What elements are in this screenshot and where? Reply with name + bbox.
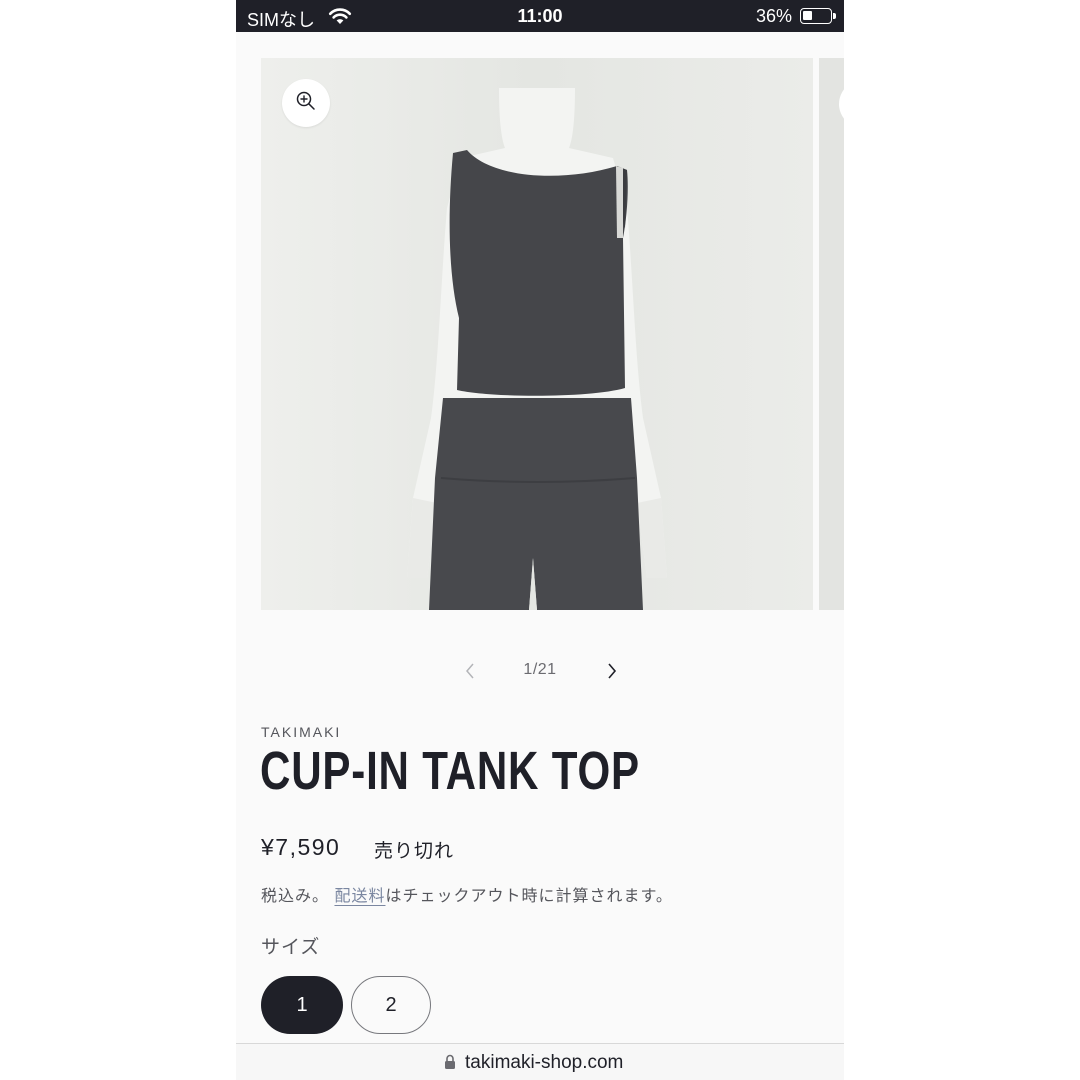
chevron-right-icon [608,663,617,679]
slide-counter: 1/21 [523,661,557,678]
battery-icon [800,8,836,24]
previous-slide-button[interactable] [460,658,480,684]
product-image[interactable] [261,58,813,610]
product-vendor: TAKIMAKI [261,724,342,740]
zoom-in-icon [295,90,317,117]
size-option-2[interactable]: 2 [351,976,431,1034]
tax-note: 税込み。 配送料はチェックアウト時に計算されます。 [261,882,673,906]
clock: 11:00 [517,6,563,26]
lock-icon [444,1054,456,1075]
product-price: ¥7,590 [261,834,341,860]
next-slide-button[interactable] [602,658,622,684]
status-bar: SIMなし 11:00 36% [236,0,844,32]
chevron-left-icon [466,663,474,679]
next-product-image-peek[interactable] [819,58,844,610]
battery-level [803,11,812,20]
zoom-button[interactable] [282,79,330,127]
url-text[interactable]: takimaki-shop.com [465,1052,623,1074]
phone-screen: SIMなし 11:00 36% 1/21 TAKIMAKI CUP-IN TAN… [236,0,844,1080]
browser-address-bar[interactable]: takimaki-shop.com [236,1043,844,1080]
size-label: サイズ [261,937,321,958]
size-option-1[interactable]: 1 [261,976,343,1034]
product-title: CUP-IN TANK TOP [260,741,640,801]
battery-percent: 36% [755,6,792,26]
zoom-button-peek [839,80,844,128]
gallery-pagination: 1/21 [236,658,844,684]
product-gallery[interactable] [261,58,844,610]
tax-note-prefix: 税込み。 [261,888,330,905]
battery-cap [833,13,836,19]
tax-note-suffix: はチェックアウト時に計算されます。 [385,888,673,905]
shipping-link[interactable]: 配送料 [334,888,385,905]
sold-out-badge: 売り切れ [374,841,455,862]
